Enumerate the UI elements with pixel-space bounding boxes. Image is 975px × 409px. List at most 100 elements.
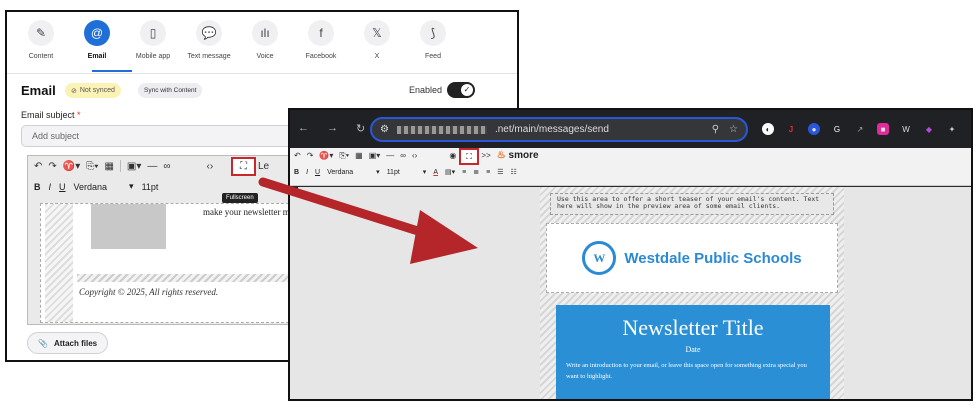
- align-center-icon[interactable]: ≣: [473, 168, 479, 176]
- enabled-toggle[interactable]: ✓: [447, 82, 475, 98]
- bookmark-star-icon[interactable]: ☆: [729, 124, 738, 135]
- tab-label: Content: [28, 53, 54, 60]
- tab-label: Facebook: [305, 53, 337, 60]
- divider: [119, 160, 121, 172]
- extension-icon[interactable]: G: [831, 123, 843, 135]
- redo-icon[interactable]: ↷: [48, 161, 56, 172]
- stage: ✎ Content @ Email ▯ Mobile app 💬 Text me…: [0, 0, 975, 409]
- chevron-down-icon: ▾: [376, 169, 380, 176]
- table-icon[interactable]: ▦: [104, 161, 113, 172]
- fullscreen-button[interactable]: ⛶: [231, 157, 256, 176]
- format-painter-icon[interactable]: ♈▾: [319, 151, 333, 160]
- school-header: W Westdale Public Schools: [546, 223, 838, 293]
- numbered-list-icon[interactable]: ☷: [510, 168, 516, 176]
- tab-x[interactable]: 𝕏 X: [349, 20, 405, 60]
- bullet-list-icon[interactable]: ☰: [497, 168, 503, 176]
- code-icon[interactable]: ‹›: [207, 161, 214, 172]
- highlight-color-button[interactable]: ▤▾: [445, 168, 455, 176]
- extension-icon[interactable]: W: [900, 123, 912, 135]
- address-bar[interactable]: ⚙ .net/main/messages/send ⚲ ☆: [370, 117, 748, 142]
- copyright-text: Copyright © 2025, All rights reserved.: [79, 287, 219, 297]
- extension-icon[interactable]: ◐: [762, 123, 774, 135]
- extension-icon[interactable]: ◆: [923, 123, 935, 135]
- column-spacer: [45, 204, 73, 322]
- tab-content[interactable]: ✎ Content: [13, 20, 69, 60]
- less-label[interactable]: Le: [258, 161, 269, 172]
- bold-button[interactable]: B: [34, 182, 41, 192]
- underline-button[interactable]: U: [315, 169, 320, 176]
- font-family-select[interactable]: Verdana: [327, 169, 353, 176]
- site-settings-icon[interactable]: ⚙: [380, 124, 389, 135]
- smore-logo-icon: ♨: [496, 150, 506, 161]
- tab-text-message[interactable]: 💬 Text message: [181, 20, 237, 60]
- editor-canvas[interactable]: Use this area to offer a short teaser of…: [290, 187, 971, 399]
- link-icon[interactable]: ∞: [163, 161, 170, 172]
- horizontal-rule-icon[interactable]: —: [386, 151, 394, 160]
- sync-with-content-button[interactable]: Sync with Content: [138, 83, 203, 98]
- resize-handle[interactable]: [292, 187, 298, 193]
- reload-icon[interactable]: ↻: [356, 122, 365, 135]
- text-color-button[interactable]: A: [433, 169, 438, 176]
- tab-feed[interactable]: ⟆ Feed: [405, 20, 461, 60]
- extensions-bar: ◐ J ● G ↗ ■ W ◆ ✦: [762, 123, 958, 135]
- italic-button[interactable]: I: [49, 182, 52, 192]
- required-marker: *: [77, 110, 81, 120]
- newsletter-hero[interactable]: Newsletter Title Date Write an introduct…: [556, 305, 830, 399]
- channel-tabs: ✎ Content @ Email ▯ Mobile app 💬 Text me…: [13, 20, 461, 60]
- paste-icon[interactable]: ⎘▾: [86, 161, 98, 172]
- tab-label: Text message: [187, 53, 231, 60]
- phone-icon: ▯: [140, 20, 166, 46]
- subject-label-text: Email subject: [21, 110, 75, 120]
- bold-button[interactable]: B: [294, 169, 299, 176]
- extension-icon[interactable]: ●: [808, 123, 820, 135]
- undo-icon[interactable]: ↶: [34, 161, 42, 172]
- back-icon[interactable]: ←: [298, 122, 309, 135]
- link-icon[interactable]: ∞: [400, 151, 406, 160]
- active-tab-indicator: [92, 70, 132, 72]
- image-icon[interactable]: ▣▾: [369, 151, 381, 160]
- smore-button[interactable]: ♨ smore: [497, 150, 539, 161]
- chevron-down-icon: ▾: [422, 169, 427, 176]
- preview-icon[interactable]: ◉: [449, 151, 456, 160]
- smore-label: smore: [508, 150, 539, 161]
- tab-facebook[interactable]: f Facebook: [293, 20, 349, 60]
- extension-icon[interactable]: ↗: [854, 123, 866, 135]
- tab-label: Mobile app: [135, 53, 171, 60]
- attach-files-button[interactable]: 📎 Attach files: [27, 332, 109, 354]
- font-size-select[interactable]: 11pt: [142, 182, 159, 192]
- font-size-select[interactable]: 11pt: [387, 169, 400, 176]
- redo-icon[interactable]: ↷: [307, 151, 314, 160]
- nav-buttons: ← → ↻: [298, 122, 365, 135]
- table-icon[interactable]: ▦: [355, 151, 363, 160]
- zoom-icon[interactable]: ⚲: [712, 124, 719, 135]
- tab-label: Voice: [256, 53, 274, 60]
- undo-icon[interactable]: ↶: [294, 151, 301, 160]
- tab-email[interactable]: @ Email: [69, 20, 125, 60]
- paste-icon[interactable]: ⎘▾: [339, 151, 349, 161]
- tab-voice[interactable]: ılı Voice: [237, 20, 293, 60]
- image-icon[interactable]: ▣▾: [127, 161, 141, 172]
- chat-icon: 💬: [196, 20, 222, 46]
- image-placeholder: [91, 204, 166, 249]
- code-icon[interactable]: ‹›: [412, 151, 417, 160]
- tab-mobile-app[interactable]: ▯ Mobile app: [125, 20, 181, 60]
- align-left-icon[interactable]: ≡: [462, 169, 466, 176]
- newsletter-date: Date: [685, 345, 701, 354]
- school-name: Westdale Public Schools: [624, 249, 802, 267]
- teaser-text[interactable]: Use this area to offer a short teaser of…: [550, 193, 834, 215]
- chevron-down-icon: ▾: [129, 181, 134, 191]
- extension-icon[interactable]: ■: [877, 123, 889, 135]
- forward-icon[interactable]: →: [327, 122, 338, 135]
- format-painter-icon[interactable]: ♈▾: [63, 161, 80, 172]
- url-actions: ⚲ ☆: [712, 124, 738, 135]
- font-family-select[interactable]: Verdana: [74, 182, 108, 192]
- extensions-puzzle-icon[interactable]: ✦: [946, 123, 958, 135]
- extension-icon[interactable]: J: [785, 123, 797, 135]
- horizontal-rule-icon[interactable]: —: [147, 161, 157, 172]
- fullscreen-button[interactable]: ⛶: [459, 148, 479, 165]
- underline-button[interactable]: U: [59, 182, 66, 192]
- align-right-icon[interactable]: ≡: [486, 169, 490, 176]
- fullscreen-icon: ⛶: [240, 161, 247, 172]
- paperclip-icon: 📎: [38, 338, 48, 348]
- italic-button[interactable]: I: [306, 169, 308, 176]
